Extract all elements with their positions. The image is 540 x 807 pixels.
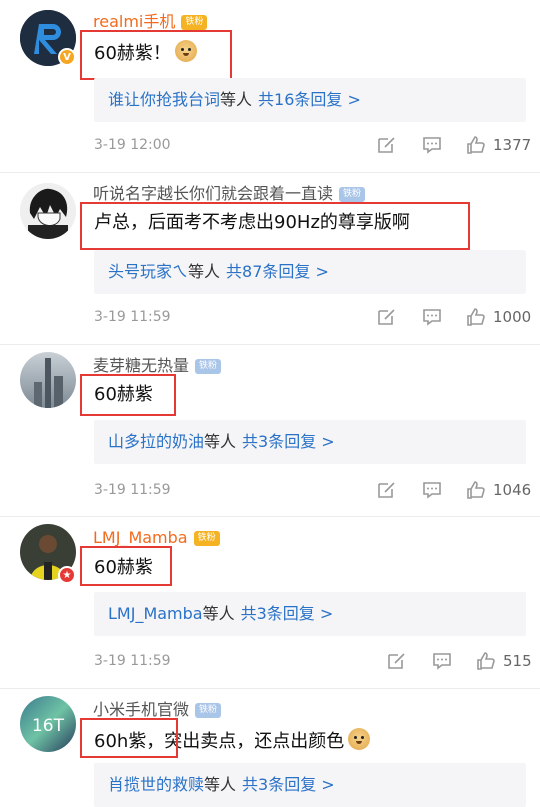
fan-badge: 铁粉: [339, 187, 366, 202]
city-photo-avatar-icon: [20, 352, 76, 408]
username[interactable]: 小米手机官微 铁粉: [93, 700, 222, 720]
repost-icon[interactable]: [376, 307, 396, 327]
comment-meta: 3-19 11:59 1046: [94, 478, 534, 502]
comment-icon[interactable]: [422, 307, 442, 327]
divider: [0, 516, 540, 517]
like-count: 1046: [493, 481, 532, 499]
avatar[interactable]: [20, 183, 76, 239]
anime-avatar-icon: [20, 183, 76, 239]
repost-icon[interactable]: [376, 480, 396, 500]
star-badge-icon: ★: [58, 566, 76, 584]
replies-link[interactable]: 山多拉的奶油等人 共3条回复 >: [94, 420, 526, 464]
repost-icon[interactable]: [376, 135, 396, 155]
doge-emoji-icon: [348, 728, 371, 750]
avatar[interactable]: 16T: [20, 696, 76, 752]
highlight-box: [80, 30, 232, 80]
like-icon[interactable]: [466, 307, 486, 327]
verified-v-icon: V: [58, 48, 76, 66]
timestamp: 3-19 12:00: [94, 137, 171, 153]
comment-icon[interactable]: [432, 651, 452, 671]
timestamp: 3-19 11:59: [94, 653, 171, 669]
username[interactable]: 听说名字越长你们就会跟着一直读 铁粉: [93, 184, 366, 204]
replies-link[interactable]: 谁让你抢我台词等人 共16条回复 >: [94, 78, 526, 122]
comment-meta: 3-19 11:59 515: [94, 649, 534, 673]
replies-link[interactable]: 头号玩家ㄟ等人 共87条回复 >: [94, 250, 526, 294]
comment-meta: 3-19 12:00 1377: [94, 133, 534, 157]
username[interactable]: LMJ_Mamba 铁粉: [93, 528, 220, 548]
comment-icon[interactable]: [422, 135, 442, 155]
timestamp: 3-19 11:59: [94, 309, 171, 325]
highlight-box: [80, 202, 470, 250]
divider: [0, 344, 540, 345]
like-icon[interactable]: [466, 480, 486, 500]
replies-link[interactable]: 肖揽世的救赎等人 共3条回复 >: [94, 763, 526, 807]
repost-icon[interactable]: [386, 651, 406, 671]
highlight-box: [80, 718, 178, 758]
avatar[interactable]: [20, 352, 76, 408]
divider: [0, 688, 540, 689]
username[interactable]: realmi手机 铁粉: [93, 12, 208, 32]
timestamp: 3-19 11:59: [94, 482, 171, 498]
comment-icon[interactable]: [422, 480, 442, 500]
comment-meta: 3-19 11:59 1000: [94, 305, 534, 329]
replies-link[interactable]: LMJ_Mamba等人 共3条回复 >: [94, 592, 526, 636]
fan-badge: 铁粉: [193, 531, 220, 546]
like-icon[interactable]: [476, 651, 496, 671]
divider: [0, 172, 540, 173]
like-count: 1377: [493, 136, 532, 154]
aurora-avatar-icon: 16T: [20, 696, 76, 752]
fan-badge: 铁粉: [181, 15, 208, 30]
username[interactable]: 麦芽糖无热量 铁粉: [93, 356, 222, 376]
like-count: 1000: [493, 308, 532, 326]
avatar-label: 16T: [32, 716, 65, 736]
like-icon[interactable]: [466, 135, 486, 155]
highlight-box: [80, 374, 176, 416]
fan-badge: 铁粉: [195, 359, 222, 374]
highlight-box: [80, 546, 172, 586]
like-count: 515: [503, 652, 532, 670]
fan-badge: 铁粉: [195, 703, 222, 718]
